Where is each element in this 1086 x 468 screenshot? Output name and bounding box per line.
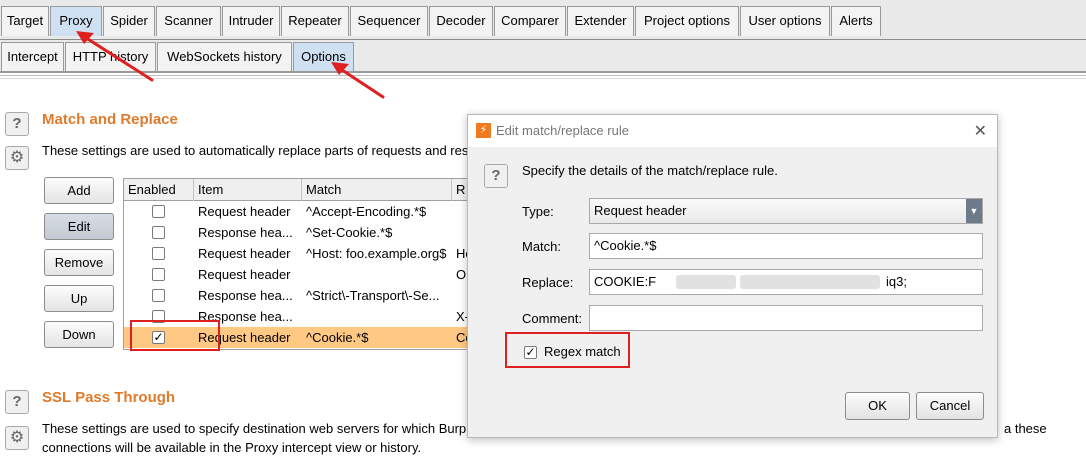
annotation-arrows (76, 31, 385, 99)
arrow-to-proxy (78, 32, 154, 82)
arrow-to-options (334, 64, 385, 99)
